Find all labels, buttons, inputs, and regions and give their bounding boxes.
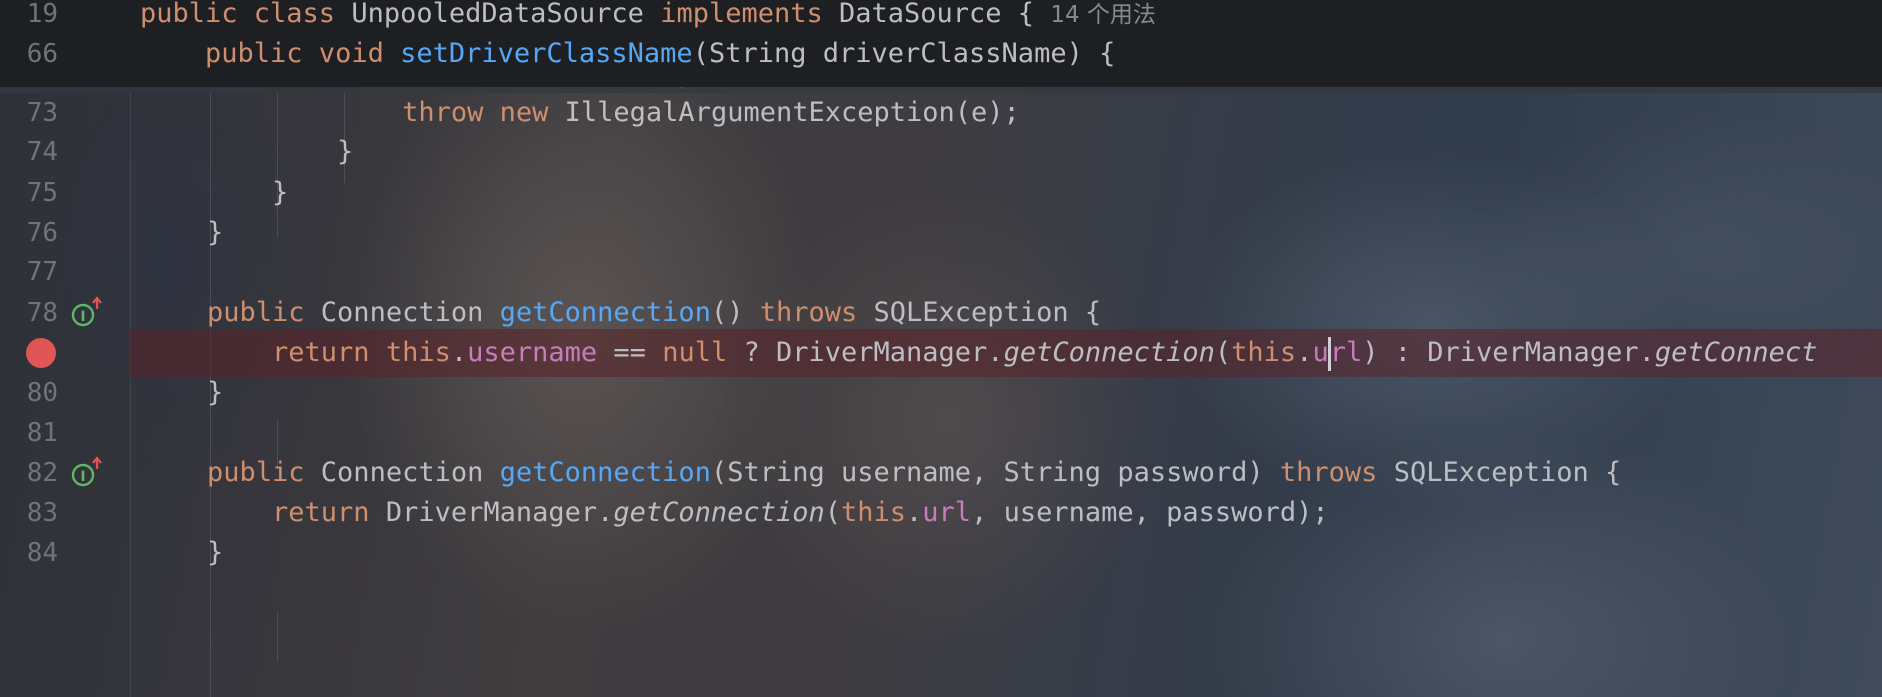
code-token: ( bbox=[1214, 337, 1232, 368]
code-token: this bbox=[385, 337, 451, 368]
code-token: getConnect bbox=[1654, 337, 1818, 368]
code-token: Connection bbox=[320, 297, 500, 328]
code-token: == bbox=[597, 337, 663, 368]
code-token: . bbox=[450, 337, 468, 368]
line-number: 84 bbox=[26, 538, 58, 568]
code-token: . bbox=[906, 497, 923, 528]
code-token: DriverManager. bbox=[385, 497, 614, 528]
code-token: throw new bbox=[402, 97, 565, 128]
sticky-scroll-header[interactable]: 19 public class UnpooledDataSource implem… bbox=[0, 0, 1882, 87]
usages-inlay-hint[interactable]: 14 个用法 bbox=[1050, 2, 1156, 28]
code-token: u bbox=[1312, 337, 1329, 368]
code-token: } bbox=[207, 177, 289, 208]
code-token: . bbox=[1296, 337, 1313, 368]
code-token: setDriverClassName bbox=[400, 38, 693, 69]
code-token: UnpooledDataSource bbox=[351, 0, 661, 29]
code-editor[interactable]: 72 ClassNotFoundException e = var3;73 th… bbox=[0, 0, 1882, 697]
code-token: getConnection bbox=[499, 457, 711, 488]
code-token: (String username, String password) bbox=[710, 457, 1280, 488]
code-token: this bbox=[1231, 337, 1297, 368]
code-token: implements bbox=[660, 0, 839, 29]
code-token: SQLException { bbox=[873, 297, 1102, 328]
code-token: getConnection bbox=[499, 297, 711, 328]
code-token: public void bbox=[140, 38, 401, 69]
code-token: this bbox=[840, 497, 907, 528]
code-token: ( bbox=[824, 497, 841, 528]
line-number: 78 bbox=[26, 298, 58, 328]
code-token: () bbox=[710, 297, 760, 328]
code-token: } bbox=[207, 537, 224, 568]
line-number: 19 bbox=[26, 0, 58, 29]
indent-guide bbox=[277, 612, 278, 662]
code-token: ) : DriverManager. bbox=[1362, 337, 1655, 368]
svg-text:I: I bbox=[80, 469, 85, 485]
implements-interface-icon[interactable]: I bbox=[70, 455, 104, 489]
svg-text:I: I bbox=[80, 309, 85, 325]
code-token: } bbox=[207, 136, 354, 167]
code-token: IllegalArgumentException(e); bbox=[564, 97, 1020, 128]
code-text: public class UnpooledDataSource implemen… bbox=[140, 0, 1156, 31]
code-token: DataSource { bbox=[839, 0, 1051, 29]
code-token: public bbox=[207, 297, 321, 328]
code-token: Connection bbox=[320, 457, 500, 488]
code-token: public class bbox=[140, 0, 352, 29]
code-token: ? DriverManager. bbox=[727, 337, 1004, 368]
code-line[interactable]: 84} bbox=[0, 529, 1882, 577]
code-text: } bbox=[207, 529, 223, 577]
code-token: getConnection bbox=[1003, 337, 1215, 368]
code-token: getConnection bbox=[613, 497, 825, 528]
code-token: return bbox=[207, 337, 386, 368]
code-token: SQLException { bbox=[1393, 457, 1622, 488]
code-token: } bbox=[207, 377, 224, 408]
code-token: } bbox=[207, 217, 224, 248]
code-token: null bbox=[662, 337, 728, 368]
code-token: public bbox=[207, 457, 321, 488]
code-text: public void setDriverClassName(String dr… bbox=[140, 38, 1115, 70]
sticky-code-line[interactable]: 66 public void setDriverClassName(String… bbox=[0, 38, 1882, 86]
code-token: , username, password); bbox=[971, 497, 1329, 528]
code-token: (String driverClassName) { bbox=[692, 38, 1116, 69]
implements-interface-icon[interactable]: I bbox=[70, 295, 104, 329]
code-token: throws bbox=[759, 297, 874, 328]
code-token: return bbox=[207, 497, 386, 528]
code-token: url bbox=[922, 497, 972, 528]
code-token: rl bbox=[1329, 337, 1363, 368]
breakpoint-icon[interactable] bbox=[26, 338, 56, 368]
line-number: 66 bbox=[26, 39, 58, 69]
code-token: throws bbox=[1279, 457, 1394, 488]
sticky-header-divider bbox=[0, 87, 1882, 93]
code-token: username bbox=[467, 337, 598, 368]
